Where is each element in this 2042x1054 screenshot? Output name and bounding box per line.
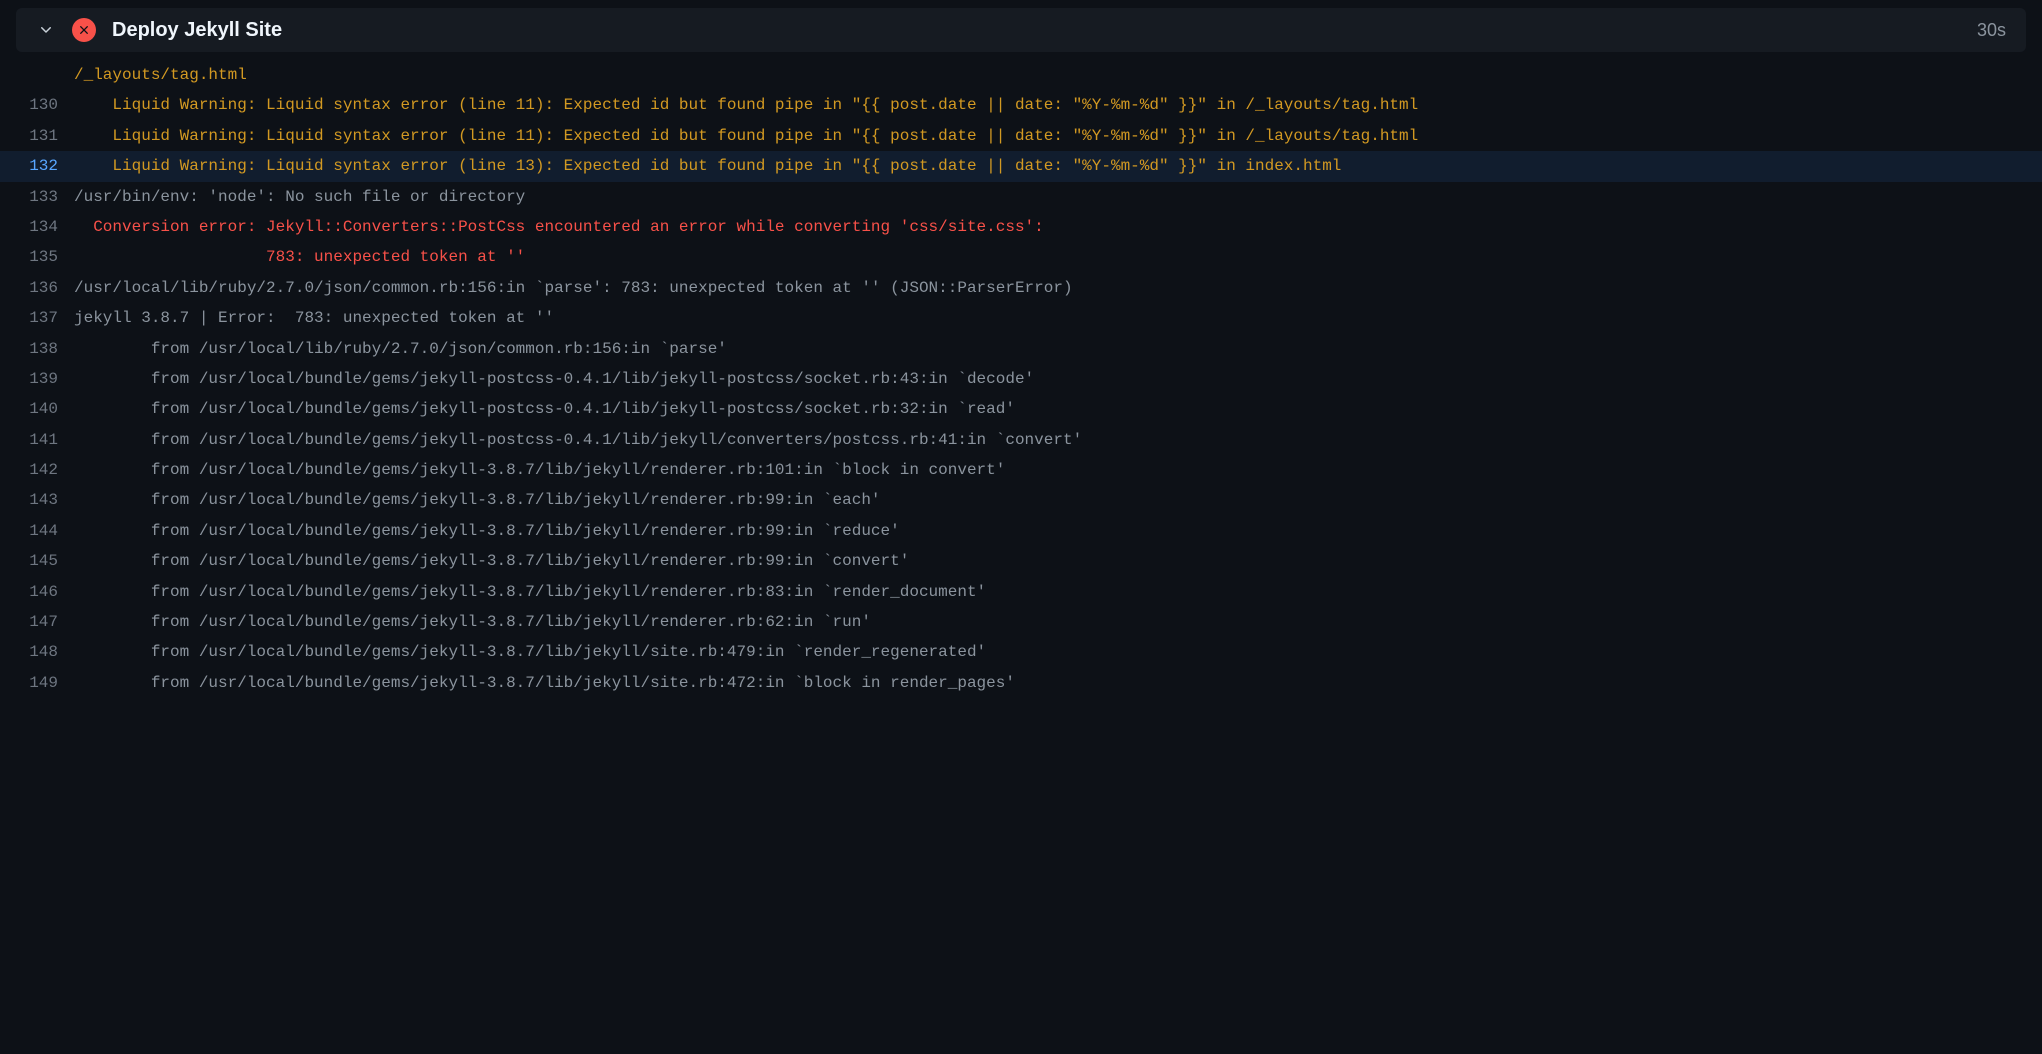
- log-line[interactable]: 143 from /usr/local/bundle/gems/jekyll-3…: [0, 485, 2042, 515]
- line-number: 142: [16, 455, 74, 485]
- log-line[interactable]: 142 from /usr/local/bundle/gems/jekyll-3…: [0, 455, 2042, 485]
- log-line[interactable]: 141 from /usr/local/bundle/gems/jekyll-p…: [0, 425, 2042, 455]
- line-number: 143: [16, 485, 74, 515]
- line-content: from /usr/local/lib/ruby/2.7.0/json/comm…: [74, 334, 2026, 364]
- line-content: /_layouts/tag.html: [74, 60, 2026, 90]
- line-number: 145: [16, 546, 74, 576]
- line-content: Liquid Warning: Liquid syntax error (lin…: [74, 151, 2026, 181]
- line-number: 138: [16, 334, 74, 364]
- line-number: 136: [16, 273, 74, 303]
- line-content: from /usr/local/bundle/gems/jekyll-3.8.7…: [74, 607, 2026, 637]
- job-duration: 30s: [1977, 20, 2006, 41]
- line-number: 130: [16, 90, 74, 120]
- log-line[interactable]: 137jekyll 3.8.7 | Error: 783: unexpected…: [0, 303, 2042, 333]
- line-number: 144: [16, 516, 74, 546]
- line-number: 139: [16, 364, 74, 394]
- log-output[interactable]: /_layouts/tag.html130 Liquid Warning: Li…: [0, 60, 2042, 706]
- log-line[interactable]: 133/usr/bin/env: 'node': No such file or…: [0, 182, 2042, 212]
- line-number: 146: [16, 577, 74, 607]
- line-content: jekyll 3.8.7 | Error: 783: unexpected to…: [74, 303, 2026, 333]
- line-content: Conversion error: Jekyll::Converters::Po…: [74, 212, 2026, 242]
- log-line[interactable]: 139 from /usr/local/bundle/gems/jekyll-p…: [0, 364, 2042, 394]
- job-header: Deploy Jekyll Site 30s: [16, 8, 2026, 52]
- line-content: from /usr/local/bundle/gems/jekyll-postc…: [74, 425, 2026, 455]
- log-line[interactable]: 144 from /usr/local/bundle/gems/jekyll-3…: [0, 516, 2042, 546]
- line-number: 147: [16, 607, 74, 637]
- collapse-chevron-icon[interactable]: [36, 20, 56, 40]
- log-line[interactable]: 147 from /usr/local/bundle/gems/jekyll-3…: [0, 607, 2042, 637]
- line-content: 783: unexpected token at '': [74, 242, 2026, 272]
- line-number: 141: [16, 425, 74, 455]
- log-line[interactable]: /_layouts/tag.html: [0, 60, 2042, 90]
- log-line[interactable]: 146 from /usr/local/bundle/gems/jekyll-3…: [0, 577, 2042, 607]
- log-line[interactable]: 130 Liquid Warning: Liquid syntax error …: [0, 90, 2042, 120]
- line-content: /usr/bin/env: 'node': No such file or di…: [74, 182, 2026, 212]
- status-error-icon: [72, 18, 96, 42]
- log-line[interactable]: 132 Liquid Warning: Liquid syntax error …: [0, 151, 2042, 181]
- log-line[interactable]: 149 from /usr/local/bundle/gems/jekyll-3…: [0, 668, 2042, 698]
- line-content: from /usr/local/bundle/gems/jekyll-3.8.7…: [74, 637, 2026, 667]
- log-line[interactable]: 135 783: unexpected token at '': [0, 242, 2042, 272]
- line-content: Liquid Warning: Liquid syntax error (lin…: [74, 121, 2026, 151]
- line-content: from /usr/local/bundle/gems/jekyll-3.8.7…: [74, 668, 2026, 698]
- line-number: 140: [16, 394, 74, 424]
- line-content: from /usr/local/bundle/gems/jekyll-3.8.7…: [74, 546, 2026, 576]
- line-content: from /usr/local/bundle/gems/jekyll-postc…: [74, 364, 2026, 394]
- line-content: from /usr/local/bundle/gems/jekyll-postc…: [74, 394, 2026, 424]
- log-line[interactable]: 145 from /usr/local/bundle/gems/jekyll-3…: [0, 546, 2042, 576]
- line-number: 148: [16, 637, 74, 667]
- line-number: 134: [16, 212, 74, 242]
- log-line[interactable]: 131 Liquid Warning: Liquid syntax error …: [0, 121, 2042, 151]
- line-content: from /usr/local/bundle/gems/jekyll-3.8.7…: [74, 455, 2026, 485]
- line-content: Liquid Warning: Liquid syntax error (lin…: [74, 90, 2026, 120]
- log-line[interactable]: 140 from /usr/local/bundle/gems/jekyll-p…: [0, 394, 2042, 424]
- log-line[interactable]: 148 from /usr/local/bundle/gems/jekyll-3…: [0, 637, 2042, 667]
- line-number: 132: [16, 151, 74, 181]
- job-header-left: Deploy Jekyll Site: [36, 18, 282, 42]
- line-content: /usr/local/lib/ruby/2.7.0/json/common.rb…: [74, 273, 2026, 303]
- job-title: Deploy Jekyll Site: [112, 19, 282, 42]
- line-content: from /usr/local/bundle/gems/jekyll-3.8.7…: [74, 516, 2026, 546]
- line-number: 135: [16, 242, 74, 272]
- log-line[interactable]: 138 from /usr/local/lib/ruby/2.7.0/json/…: [0, 334, 2042, 364]
- line-content: from /usr/local/bundle/gems/jekyll-3.8.7…: [74, 577, 2026, 607]
- line-content: from /usr/local/bundle/gems/jekyll-3.8.7…: [74, 485, 2026, 515]
- line-number: 149: [16, 668, 74, 698]
- line-number: 137: [16, 303, 74, 333]
- line-number: 133: [16, 182, 74, 212]
- log-line[interactable]: 134 Conversion error: Jekyll::Converters…: [0, 212, 2042, 242]
- line-number: 131: [16, 121, 74, 151]
- log-line[interactable]: 136/usr/local/lib/ruby/2.7.0/json/common…: [0, 273, 2042, 303]
